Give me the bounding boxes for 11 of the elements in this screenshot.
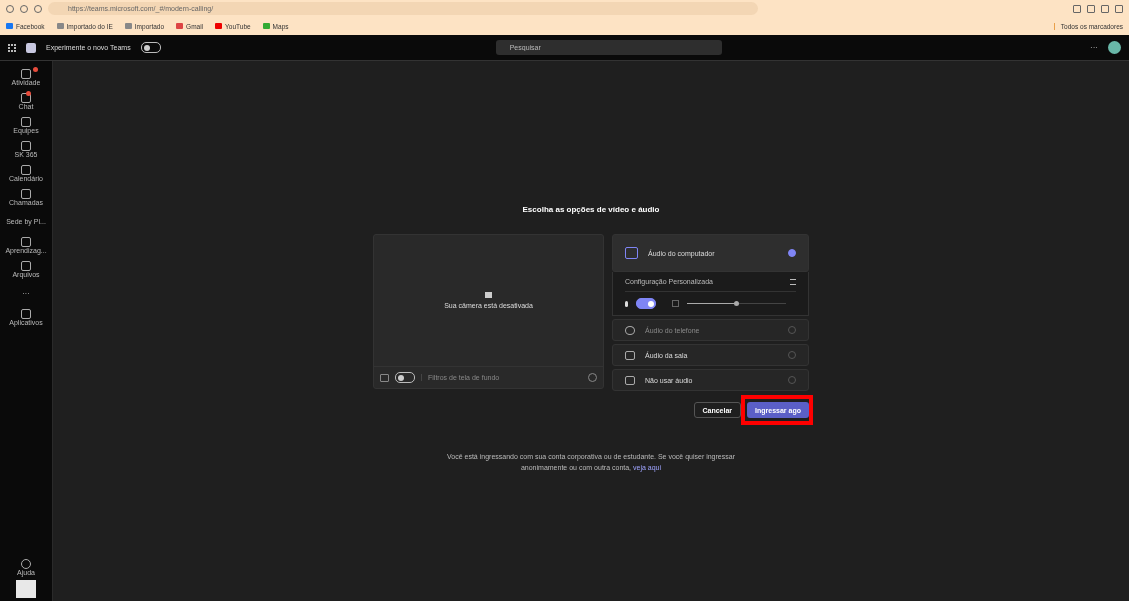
download-tile[interactable] <box>16 580 36 598</box>
microphone-toggle[interactable] <box>636 298 656 309</box>
page-heading: Escolha as opções de vídeo e áudio <box>522 205 660 214</box>
avatar[interactable] <box>1108 41 1121 54</box>
highlight-frame <box>741 395 813 425</box>
microphone-icon <box>625 300 628 307</box>
camera-toggle[interactable] <box>395 372 415 383</box>
new-teams-toggle[interactable] <box>140 42 161 53</box>
camera-off-icon <box>485 292 492 298</box>
more-menu[interactable]: ··· <box>1090 43 1098 52</box>
app-launcher-icon[interactable] <box>8 43 16 52</box>
